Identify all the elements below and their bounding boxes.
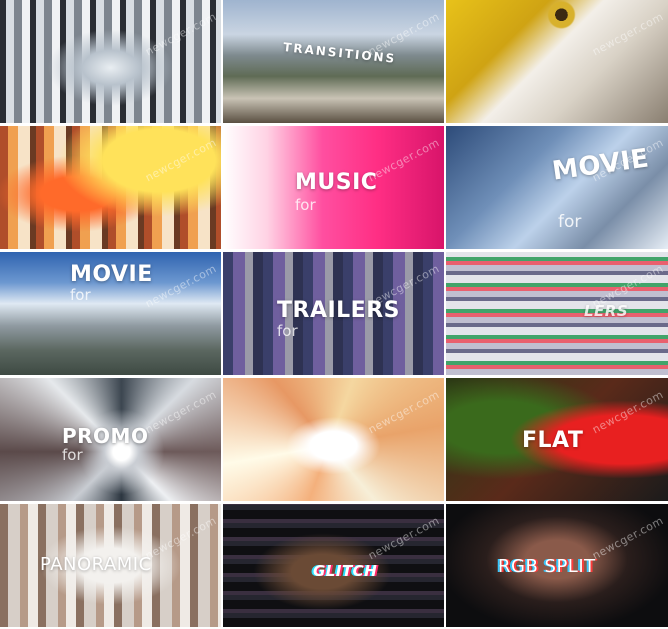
preview-tile-rgb-split: RGB SPLIT newcger.com xyxy=(446,504,668,627)
preview-tile-flat: FLAT newcger.com xyxy=(446,378,668,501)
preview-tile-11: newcger.com xyxy=(223,378,444,501)
tile-subtitle: for xyxy=(277,322,298,340)
watermark: newcger.com xyxy=(143,10,220,59)
watermark: newcger.com xyxy=(143,388,220,437)
tile-title: FLAT xyxy=(522,428,584,453)
tile-subtitle: for xyxy=(70,286,91,304)
watermark: newcger.com xyxy=(143,136,220,185)
tile-title: RGB SPLIT xyxy=(498,556,596,577)
watermark: newcger.com xyxy=(590,514,667,563)
watermark: newcger.com xyxy=(590,388,667,437)
watermark: newcger.com xyxy=(143,514,220,563)
preview-tile-movie: MOVIE for newcger.com xyxy=(0,252,221,375)
watermark: newcger.com xyxy=(366,10,443,59)
preview-tile-trailers: TRAILERS for newcger.com xyxy=(223,252,444,375)
watermark: newcger.com xyxy=(590,262,667,311)
preview-tile-promo: PROMO for newcger.com xyxy=(0,378,221,501)
tile-title: GLITCH xyxy=(313,562,378,580)
watermark: newcger.com xyxy=(366,262,443,311)
tile-title: PANORAMIC xyxy=(40,554,152,575)
watermark: newcger.com xyxy=(143,262,220,311)
tile-subtitle: for xyxy=(295,196,316,214)
watermark: newcger.com xyxy=(366,514,443,563)
tile-title: PROMO xyxy=(62,424,149,448)
tile-subtitle: for xyxy=(62,446,83,464)
tile-title: MUSIC xyxy=(295,170,378,195)
preview-tile-panoramic: PANORAMIC newcger.com xyxy=(0,504,221,627)
watermark: newcger.com xyxy=(366,388,443,437)
tile-subtitle: for xyxy=(558,212,582,232)
watermark: newcger.com xyxy=(366,136,443,185)
preview-tile-music: MUSIC for newcger.com xyxy=(223,126,444,249)
preview-tile-glitch-trailers: LERS newcger.com xyxy=(446,252,668,375)
watermark: newcger.com xyxy=(590,10,667,59)
preview-tile-movie-city: MOVIE for newcger.com xyxy=(446,126,668,249)
preview-tile-1: newcger.com xyxy=(0,0,221,123)
preview-grid: newcger.com TRANSITIONS newcger.com newc… xyxy=(0,0,668,629)
preview-tile-eagle: newcger.com xyxy=(446,0,668,123)
preview-tile-transitions: TRANSITIONS newcger.com xyxy=(223,0,444,123)
preview-tile-4: newcger.com xyxy=(0,126,221,249)
preview-tile-glitch: GLITCH newcger.com xyxy=(223,504,444,627)
tile-title: MOVIE xyxy=(70,262,153,287)
